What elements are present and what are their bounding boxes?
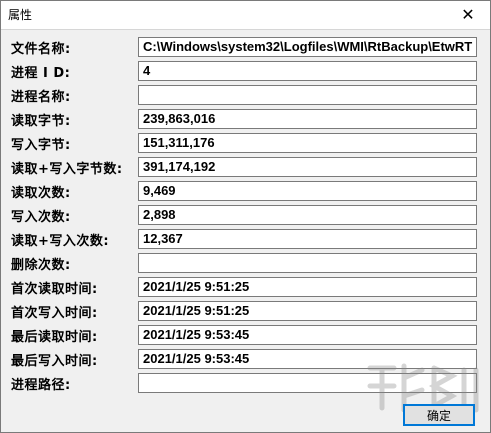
last-write-time-field[interactable]: 2021/1/25 9:53:45: [138, 349, 477, 369]
ok-button[interactable]: 确定: [403, 404, 475, 426]
row-last-read-time: 最后读取时间: 2021/1/25 9:53:45: [0, 325, 491, 347]
row-first-write-time: 首次写入时间: 2021/1/25 9:51:25: [0, 301, 491, 323]
last-write-time-label: 最后写入时间:: [11, 354, 98, 369]
title-bar: 属性 ✕: [0, 0, 491, 30]
row-delete-count: 删除次数:: [0, 253, 491, 275]
write-count-field[interactable]: 2,898: [138, 205, 477, 225]
row-write-bytes: 写入字节: 151,311,176: [0, 133, 491, 155]
read-count-field[interactable]: 9,469: [138, 181, 477, 201]
read-write-bytes-field[interactable]: 391,174,192: [138, 157, 477, 177]
read-write-count-field[interactable]: 12,367: [138, 229, 477, 249]
process-path-label: 进程路径:: [11, 378, 71, 393]
write-bytes-field[interactable]: 151,311,176: [138, 133, 477, 153]
read-write-bytes-label: 读取+写入字节数:: [11, 162, 123, 177]
row-read-bytes: 读取字节: 239,863,016: [0, 109, 491, 131]
read-write-count-label: 读取+写入次数:: [11, 234, 110, 249]
row-process-name: 进程名称:: [0, 85, 491, 107]
row-file-name: 文件名称: C:\Windows\system32\Logfiles\WMI\R…: [0, 37, 491, 59]
file-name-label: 文件名称:: [11, 42, 71, 57]
process-id-field[interactable]: 4: [138, 61, 477, 81]
row-read-count: 读取次数: 9,469: [0, 181, 491, 203]
first-write-time-field[interactable]: 2021/1/25 9:51:25: [138, 301, 477, 321]
file-name-field[interactable]: C:\Windows\system32\Logfiles\WMI\RtBacku…: [138, 37, 477, 57]
row-process-id: 进程 I D: 4: [0, 61, 491, 83]
process-path-field[interactable]: [138, 373, 477, 393]
read-bytes-label: 读取字节:: [11, 114, 71, 129]
first-read-time-label: 首次读取时间:: [11, 282, 98, 297]
delete-count-label: 删除次数:: [11, 258, 71, 273]
read-count-label: 读取次数:: [11, 186, 71, 201]
last-read-time-label: 最后读取时间:: [11, 330, 98, 345]
process-name-label: 进程名称:: [11, 90, 71, 105]
first-write-time-label: 首次写入时间:: [11, 306, 98, 321]
write-bytes-label: 写入字节:: [11, 138, 71, 153]
window-title: 属性: [8, 8, 33, 22]
row-write-count: 写入次数: 2,898: [0, 205, 491, 227]
last-read-time-field[interactable]: 2021/1/25 9:53:45: [138, 325, 477, 345]
close-icon: ✕: [461, 5, 475, 24]
row-last-write-time: 最后写入时间: 2021/1/25 9:53:45: [0, 349, 491, 371]
row-first-read-time: 首次读取时间: 2021/1/25 9:51:25: [0, 277, 491, 299]
close-button[interactable]: ✕: [445, 0, 491, 29]
first-read-time-field[interactable]: 2021/1/25 9:51:25: [138, 277, 477, 297]
write-count-label: 写入次数:: [11, 210, 71, 225]
process-id-label: 进程 I D:: [11, 66, 71, 81]
process-name-field[interactable]: [138, 85, 477, 105]
row-read-write-count: 读取+写入次数: 12,367: [0, 229, 491, 251]
row-process-path: 进程路径:: [0, 373, 491, 395]
row-read-write-bytes: 读取+写入字节数: 391,174,192: [0, 157, 491, 179]
delete-count-field[interactable]: [138, 253, 477, 273]
read-bytes-field[interactable]: 239,863,016: [138, 109, 477, 129]
